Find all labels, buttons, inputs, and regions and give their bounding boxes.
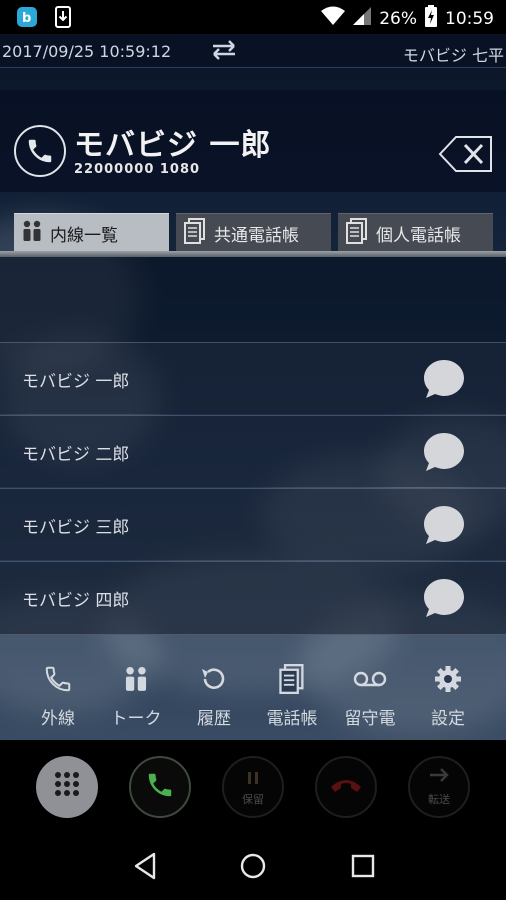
phone-call-icon bbox=[145, 770, 175, 804]
hold-label: 保留 bbox=[242, 793, 264, 806]
contact-name: モバビジ 四郎 bbox=[22, 591, 130, 611]
clock: 10:59 bbox=[445, 8, 494, 29]
list-item[interactable]: モバビジ 一郎 bbox=[0, 342, 506, 414]
action-label: 設定 bbox=[431, 709, 465, 729]
chat-bubble-icon[interactable] bbox=[422, 576, 466, 620]
hold-button[interactable]: 保留 bbox=[222, 756, 284, 818]
pause-icon bbox=[246, 770, 260, 789]
home-icon[interactable] bbox=[237, 850, 269, 882]
callee-number: 22000000 1080 bbox=[74, 162, 201, 177]
phonebook-tabs: 内線一覧 共通電話帳 個人電話帳 bbox=[0, 213, 506, 253]
people-icon bbox=[22, 220, 42, 247]
voicemail-icon bbox=[353, 662, 387, 696]
list-item[interactable]: モバビジ 二郎 bbox=[0, 415, 506, 487]
action-label: トーク bbox=[110, 709, 162, 729]
contact-name: モバビジ 三郎 bbox=[22, 518, 130, 538]
talk-button[interactable]: トーク bbox=[97, 650, 175, 740]
history-icon bbox=[197, 662, 231, 696]
list-item[interactable]: モバビジ 四郎 bbox=[0, 561, 506, 635]
battery-percent: 26% bbox=[379, 8, 417, 29]
list-item[interactable]: モバビジ 三郎 bbox=[0, 488, 506, 560]
callee-name: モバビジ 一郎 bbox=[74, 128, 272, 163]
chat-bubble-icon[interactable] bbox=[422, 357, 466, 401]
call-control-bar: 保留 転送 bbox=[0, 740, 506, 832]
bluetooth-b-icon: b bbox=[16, 6, 38, 28]
tab-label: 個人電話帳 bbox=[376, 225, 461, 246]
transfer-label: 転送 bbox=[428, 793, 450, 806]
back-icon[interactable] bbox=[129, 850, 161, 882]
transfer-button[interactable]: 転送 bbox=[408, 756, 470, 818]
contact-name: モバビジ 一郎 bbox=[22, 372, 130, 392]
people-icon bbox=[119, 662, 153, 696]
system-nav-bar bbox=[0, 832, 506, 900]
swap-arrows-icon[interactable] bbox=[210, 38, 238, 66]
tab-label: 内線一覧 bbox=[50, 225, 118, 246]
info-bar: 2017/09/25 10:59:12 モバビジ 七平 bbox=[0, 34, 506, 68]
battery-charging-icon bbox=[424, 5, 438, 32]
phone-icon bbox=[41, 662, 75, 696]
list-spacer bbox=[0, 257, 506, 342]
action-label: 外線 bbox=[41, 709, 75, 729]
hangup-icon bbox=[329, 775, 363, 799]
gear-icon bbox=[431, 662, 465, 696]
tab-extension-list[interactable]: 内線一覧 bbox=[14, 213, 169, 252]
datetime: 2017/09/25 10:59:12 bbox=[2, 42, 172, 61]
hangup-button[interactable] bbox=[315, 756, 377, 818]
document-icon bbox=[184, 217, 206, 249]
backspace-icon[interactable] bbox=[438, 134, 494, 174]
phonebook-button[interactable]: 電話帳 bbox=[253, 650, 331, 740]
status-bar: b 26% 10:59 bbox=[0, 0, 506, 34]
contact-name: モバビジ 二郎 bbox=[22, 445, 130, 465]
call-button[interactable] bbox=[129, 756, 191, 818]
action-label: 留守電 bbox=[344, 709, 396, 729]
signal-icon bbox=[352, 6, 372, 31]
dialpad-icon bbox=[52, 770, 82, 804]
function-toolbar: 外線 トーク 履歴 電話帳 留守電 設定 bbox=[0, 650, 506, 740]
action-label: 履歴 bbox=[197, 709, 231, 729]
dialpad-button[interactable] bbox=[36, 756, 98, 818]
outside-line-button[interactable]: 外線 bbox=[19, 650, 97, 740]
wifi-icon bbox=[321, 6, 346, 31]
document-icon bbox=[346, 217, 368, 249]
settings-button[interactable]: 設定 bbox=[409, 650, 487, 740]
tab-personal-phonebook[interactable]: 個人電話帳 bbox=[338, 213, 493, 252]
tab-label: 共通電話帳 bbox=[214, 225, 299, 246]
chat-bubble-icon[interactable] bbox=[422, 430, 466, 474]
action-label: 電話帳 bbox=[266, 709, 318, 729]
phone-circle-icon bbox=[14, 125, 66, 177]
voicemail-button[interactable]: 留守電 bbox=[331, 650, 409, 740]
history-button[interactable]: 履歴 bbox=[175, 650, 253, 740]
download-icon bbox=[52, 6, 74, 28]
recents-icon[interactable] bbox=[347, 850, 379, 882]
contact-list: モバビジ 一郎 モバビジ 二郎 モバビジ 三郎 モバビジ 四郎 bbox=[0, 257, 506, 635]
svg-text:b: b bbox=[22, 11, 31, 26]
callee-header: モバビジ 一郎 22000000 1080 bbox=[0, 90, 506, 192]
user-label: モバビジ 七平 bbox=[402, 46, 504, 65]
tab-shared-phonebook[interactable]: 共通電話帳 bbox=[176, 213, 331, 252]
chat-bubble-icon[interactable] bbox=[422, 503, 466, 547]
phonebook-icon bbox=[275, 662, 309, 696]
arrow-right-icon bbox=[428, 766, 450, 788]
